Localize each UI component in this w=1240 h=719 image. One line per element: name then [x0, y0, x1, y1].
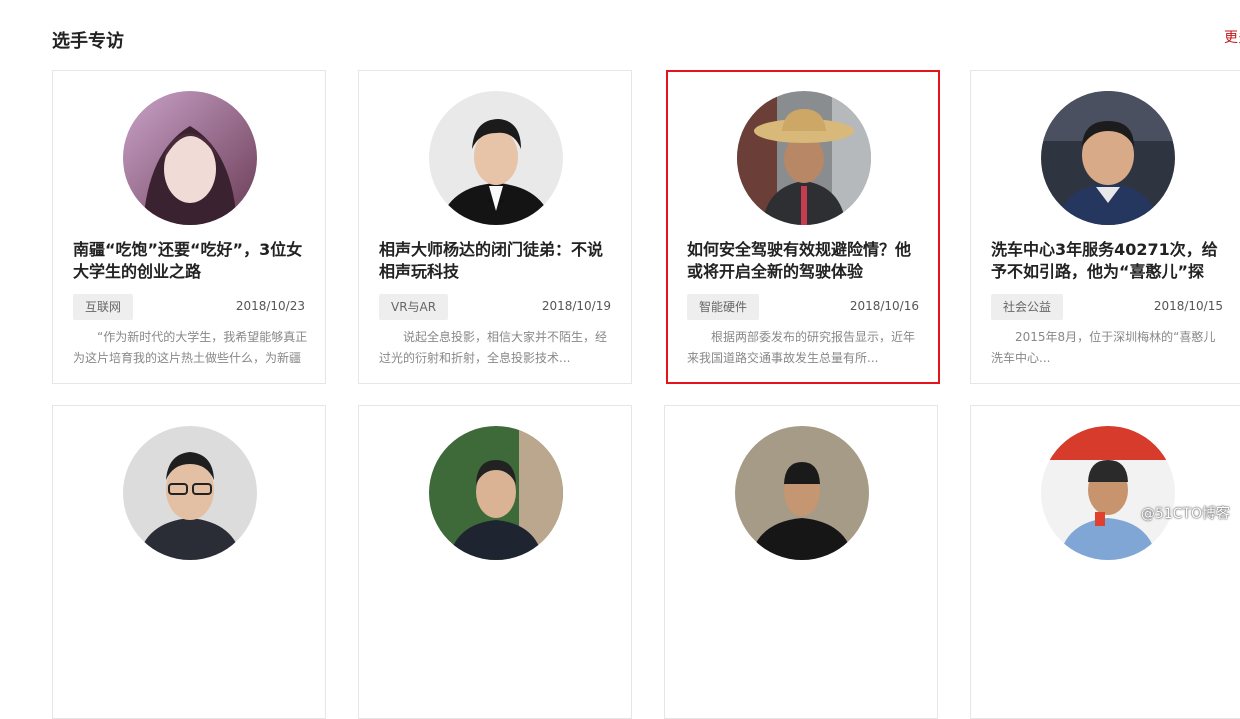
card-title[interactable]: 洗车中心3年服务40271次，给予不如引路，他为“喜憨儿”探	[991, 239, 1229, 283]
avatar	[123, 91, 257, 225]
interview-card[interactable]: 南疆“吃饱”还要“吃好”，3位女大学生的创业之路 互联网 2018/10/23 …	[52, 70, 326, 384]
interview-card[interactable]	[970, 405, 1240, 719]
card-title[interactable]: 南疆“吃饱”还要“吃好”，3位女大学生的创业之路	[73, 239, 311, 283]
interview-card-selected[interactable]: 如何安全驾驶有效规避险情？他或将开启全新的驾驶体验 智能硬件 2018/10/1…	[666, 70, 940, 384]
interview-card[interactable]: 洗车中心3年服务40271次，给予不如引路，他为“喜憨儿”探 社会公益 2018…	[970, 70, 1240, 384]
category-tag[interactable]: 智能硬件	[687, 294, 760, 320]
avatar	[123, 426, 257, 560]
avatar	[1041, 426, 1175, 560]
category-tag[interactable]: VR与AR	[379, 294, 449, 320]
avatar	[737, 91, 871, 225]
interview-card[interactable]	[52, 405, 326, 719]
publish-date: 2018/10/23	[235, 299, 305, 313]
avatar	[429, 426, 563, 560]
publish-date: 2018/10/19	[541, 299, 611, 313]
card-summary: 根据两部委发布的研究报告显示，近年来我国道路交通事故发生总量有所...	[687, 330, 916, 365]
category-tag[interactable]: 社会公益	[991, 294, 1064, 320]
interview-card[interactable]	[358, 405, 632, 719]
card-summary: “作为新时代的大学生，我希望能够真正为这片培育我的这片热土做些什么，为新疆	[73, 330, 308, 365]
watermark: @51CTO博客	[1140, 506, 1230, 522]
card-title[interactable]: 如何安全驾驶有效规避险情？他或将开启全新的驾驶体验	[687, 239, 925, 283]
more-link[interactable]: 更多	[1224, 27, 1240, 47]
avatar	[1041, 91, 1175, 225]
section-title: 选手专访	[52, 31, 124, 52]
avatar	[735, 426, 869, 560]
interview-card[interactable]: 相声大师杨达的闭门徒弟：不说相声玩科技 VR与AR 2018/10/19 说起全…	[358, 70, 632, 384]
card-title[interactable]: 相声大师杨达的闭门徒弟：不说相声玩科技	[379, 239, 617, 283]
card-summary: 说起全息投影，相信大家并不陌生，经过光的衍射和折射，全息投影技术...	[379, 330, 608, 365]
publish-date: 2018/10/15	[1153, 299, 1223, 313]
interview-card[interactable]	[664, 405, 938, 719]
avatar	[429, 91, 563, 225]
category-tag[interactable]: 互联网	[73, 294, 134, 320]
publish-date: 2018/10/16	[849, 299, 919, 313]
card-summary: 2015年8月，位于深圳梅林的“喜憨儿洗车中心...	[991, 330, 1216, 365]
